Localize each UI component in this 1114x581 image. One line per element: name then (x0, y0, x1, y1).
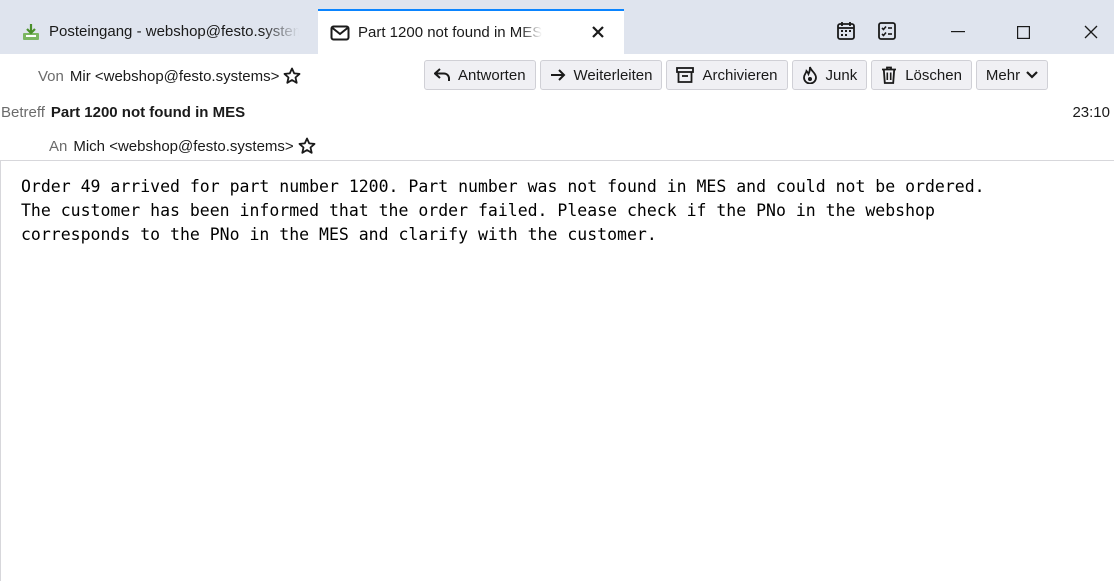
more-button[interactable]: Mehr (975, 60, 1049, 90)
maximize-icon (1016, 25, 1030, 39)
delete-label: Löschen (905, 66, 962, 84)
subject-value: Part 1200 not found in MES (50, 103, 246, 121)
message-time: 23:10 (1072, 103, 1110, 121)
more-label: Mehr (985, 66, 1021, 84)
calendar-icon[interactable] (835, 20, 857, 42)
archive-icon (676, 67, 695, 83)
from-row: Von Mir <webshop@festo.systems> (38, 64, 418, 88)
from-label: Von (38, 67, 64, 85)
tasks-icon[interactable] (876, 20, 898, 42)
trash-icon (882, 66, 897, 84)
junk-label: Junk (825, 66, 858, 84)
inbox-download-icon (21, 22, 41, 42)
reply-button[interactable]: Antworten (424, 60, 536, 90)
forward-arrow-icon (550, 69, 565, 81)
reply-label: Antworten (458, 66, 526, 84)
message-toolbar: Antworten Weiterleiten Archivieren Junk … (424, 60, 1049, 90)
subject-label: Betreff (1, 103, 45, 121)
to-row: An Mich <webshop@festo.systems> (49, 134, 449, 158)
message-header: Von Mir <webshop@festo.systems> Antworte… (0, 54, 1114, 161)
from-value[interactable]: Mir <webshop@festo.systems> (70, 68, 279, 85)
delete-button[interactable]: Löschen (871, 60, 972, 90)
to-label: An (49, 137, 68, 155)
star-icon[interactable] (298, 137, 316, 155)
tab-inbox-label: Posteingang - webshop@festo.systems (49, 23, 299, 40)
subject-row: Betreff Part 1200 not found in MES 23:10 (0, 100, 1114, 124)
archive-button[interactable]: Archivieren (666, 60, 788, 90)
junk-button[interactable]: Junk (791, 60, 868, 90)
chevron-down-icon (1026, 71, 1038, 79)
message-body[interactable]: Order 49 arrived for part number 1200. P… (0, 161, 1114, 581)
tab-close-button[interactable] (588, 22, 608, 42)
message-text: Order 49 arrived for part number 1200. P… (21, 177, 985, 244)
to-value[interactable]: Mich <webshop@festo.systems> (73, 138, 293, 155)
tab-message-label: Part 1200 not found in MES (358, 24, 543, 41)
reply-icon (434, 68, 450, 81)
tab-message[interactable]: Part 1200 not found in MES (318, 9, 624, 54)
archive-label: Archivieren (702, 66, 778, 84)
close-icon (592, 26, 604, 38)
flame-icon (802, 66, 817, 84)
tab-bar: Posteingang - webshop@festo.systems Part… (0, 0, 1114, 54)
minimize-button[interactable] (935, 12, 981, 52)
tab-inbox[interactable]: Posteingang - webshop@festo.systems (9, 9, 313, 54)
envelope-icon (330, 23, 350, 43)
maximize-button[interactable] (1000, 12, 1046, 52)
minimize-icon (951, 31, 965, 33)
forward-button[interactable]: Weiterleiten (539, 60, 663, 90)
close-icon (1084, 25, 1098, 39)
forward-label: Weiterleiten (573, 66, 653, 84)
star-icon[interactable] (283, 67, 301, 85)
window-close-button[interactable] (1068, 12, 1114, 52)
